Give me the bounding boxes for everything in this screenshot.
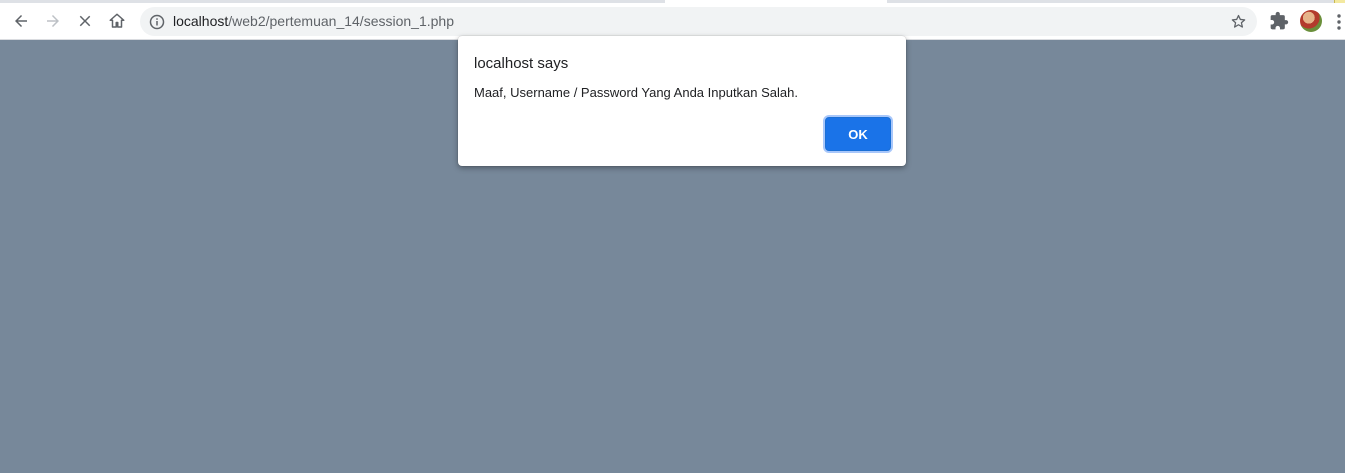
dialog-message: Maaf, Username / Password Yang Anda Inpu…: [474, 85, 798, 100]
forward-button[interactable]: [38, 6, 68, 36]
stop-loading-icon: [79, 15, 91, 27]
dialog-title: localhost says: [474, 55, 569, 72]
profile-avatar[interactable]: [1300, 10, 1322, 32]
kebab-menu-icon[interactable]: [1334, 13, 1344, 31]
url-text[interactable]: localhost/web2/pertemuan_14/session_1.ph…: [173, 13, 454, 30]
url-path: /web2/pertemuan_14/session_1.php: [228, 13, 454, 29]
puzzle-icon[interactable]: [1269, 11, 1289, 31]
browser-toolbar: localhost/web2/pertemuan_14/session_1.ph…: [0, 3, 1345, 40]
back-arrow-icon: [15, 15, 27, 27]
ok-button[interactable]: OK: [825, 117, 891, 151]
back-button[interactable]: [6, 6, 36, 36]
home-button[interactable]: [102, 6, 132, 36]
forward-arrow-icon: [47, 15, 59, 27]
address-bar[interactable]: localhost/web2/pertemuan_14/session_1.ph…: [140, 7, 1257, 36]
alert-dialog: localhost says Maaf, Username / Password…: [458, 36, 906, 166]
home-icon: [109, 13, 125, 28]
info-icon[interactable]: [149, 14, 165, 30]
stop-loading-button[interactable]: [70, 6, 100, 36]
star-icon[interactable]: [1230, 13, 1247, 30]
url-host: localhost: [173, 13, 229, 29]
